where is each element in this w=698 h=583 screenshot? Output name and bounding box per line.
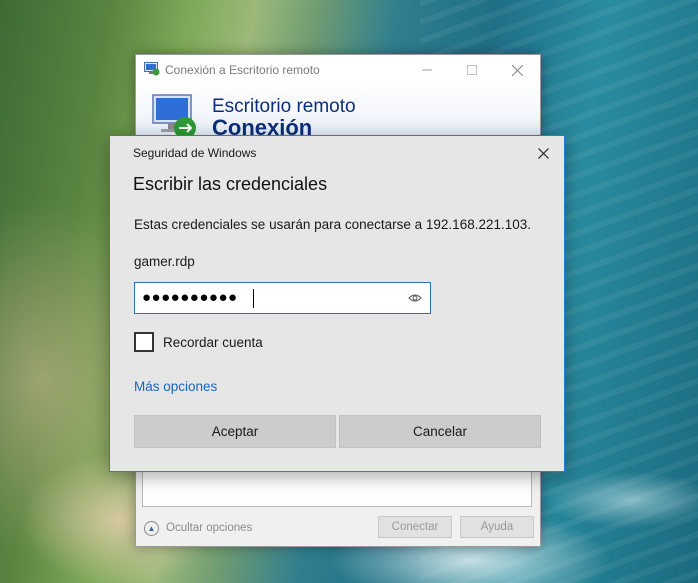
maximize-icon [467, 65, 477, 75]
password-value: ●●●●●●●●●● [142, 289, 238, 306]
close-icon [511, 64, 523, 76]
dialog-heading: Escribir las credenciales [133, 174, 328, 194]
minimize-button[interactable] [404, 55, 450, 85]
cancel-button[interactable]: Cancelar [339, 415, 541, 448]
chevron-up-icon: ▲ [144, 520, 159, 536]
hide-options-toggle[interactable]: ▲ Ocultar opciones [144, 518, 252, 538]
rdp-window-title: Conexión a Escritorio remoto [165, 63, 320, 77]
remember-checkbox[interactable] [134, 332, 154, 352]
close-icon [537, 147, 549, 159]
text-caret [253, 289, 254, 308]
eye-icon[interactable] [408, 292, 422, 304]
more-options-link[interactable]: Más opciones [134, 379, 217, 394]
dialog-description: Estas credenciales se usarán para conect… [134, 217, 532, 232]
rdp-close-button[interactable] [494, 55, 540, 85]
remote-desktop-icon [144, 62, 160, 76]
accept-button[interactable]: Aceptar [134, 415, 336, 448]
remote-desktop-icon [152, 94, 196, 139]
connect-button[interactable]: Conectar [378, 516, 452, 538]
hide-options-label: Ocultar opciones [166, 522, 253, 534]
windows-security-dialog: Seguridad de Windows Escribir las creden… [109, 135, 565, 472]
username-label: gamer.rdp [134, 254, 195, 269]
minimize-icon [422, 69, 432, 71]
remember-label: Recordar cuenta [163, 334, 263, 350]
maximize-button[interactable] [449, 55, 495, 85]
password-field[interactable]: ●●●●●●●●●● [134, 282, 431, 314]
dialog-title: Seguridad de Windows [133, 146, 257, 160]
dialog-close-button[interactable] [532, 142, 554, 164]
help-button[interactable]: Ayuda [460, 516, 534, 538]
rdp-titlebar: Conexión a Escritorio remoto [136, 55, 540, 85]
remember-account-row[interactable]: Recordar cuenta [134, 332, 263, 352]
